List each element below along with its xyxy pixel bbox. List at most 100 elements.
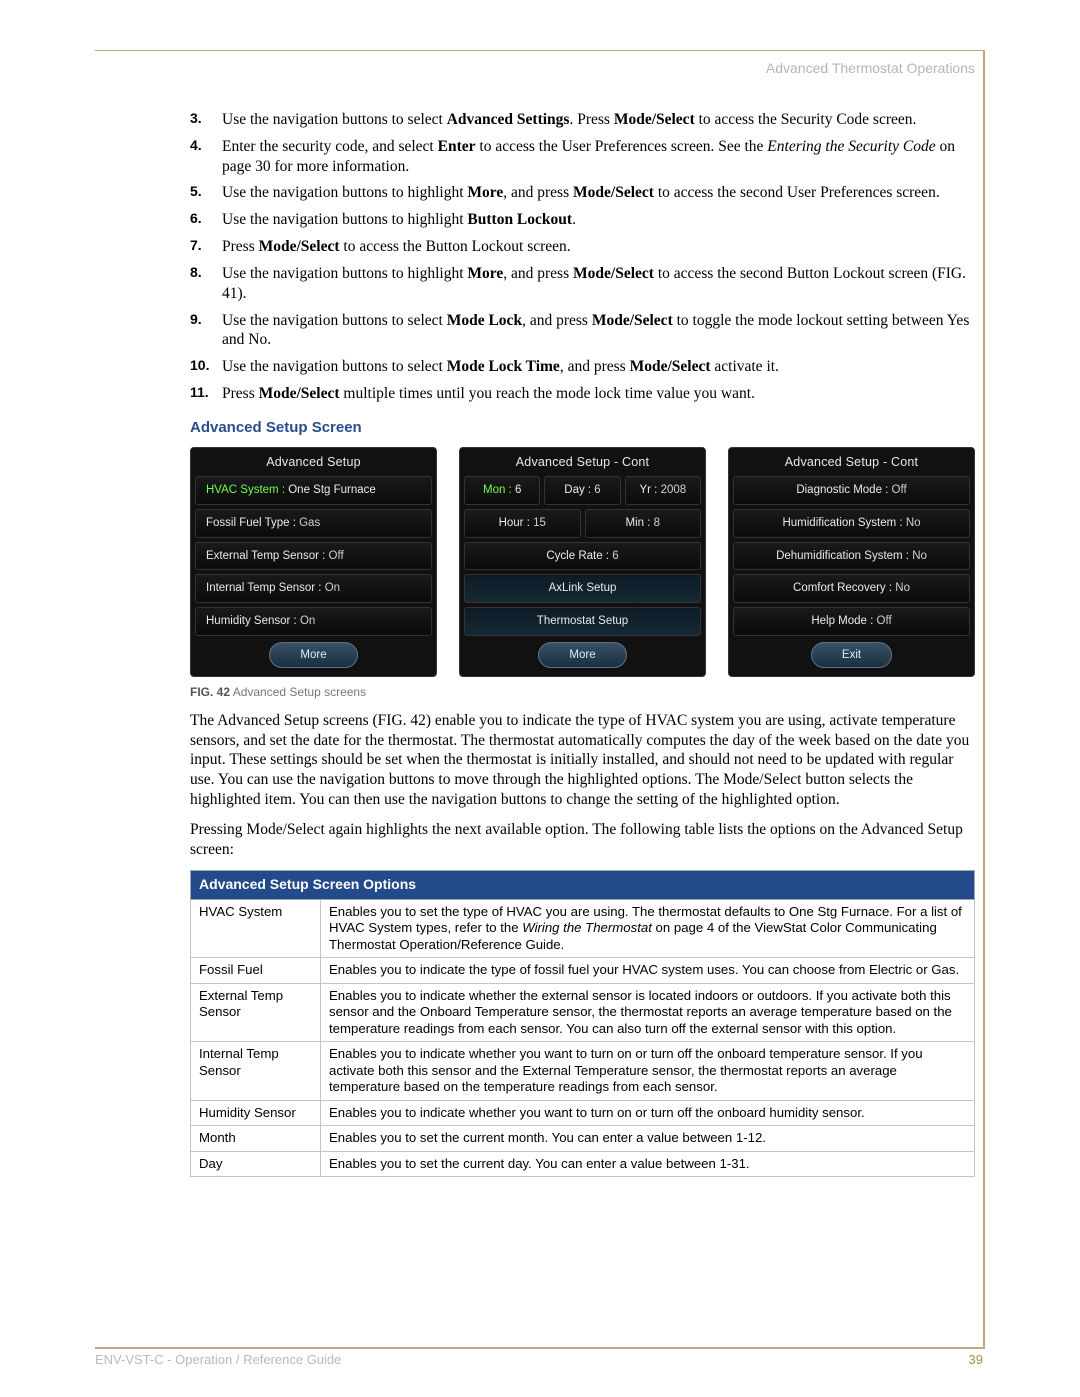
step-number: 11. [190, 384, 209, 402]
exit-button[interactable]: Exit [811, 642, 892, 669]
option-value: Gas [296, 517, 320, 529]
screen-submenu[interactable]: AxLink Setup [464, 574, 701, 603]
step-number: 10. [190, 357, 209, 375]
option-label: Comfort Recovery : [793, 582, 892, 594]
footer-page-number: 39 [969, 1352, 983, 1367]
step-item: 3.Use the navigation buttons to select A… [190, 110, 975, 130]
screen-option[interactable]: Humidity Sensor : On [195, 607, 432, 636]
screen-option-row: Hour : 15Min : 8 [464, 509, 701, 538]
step-item: 8.Use the navigation buttons to highligh… [190, 264, 975, 304]
options-table: Advanced Setup Screen Options HVAC Syste… [190, 870, 975, 1177]
option-label: Humidification System : [782, 517, 902, 529]
option-value: No [892, 582, 910, 594]
screen-submenu[interactable]: Thermostat Setup [464, 607, 701, 636]
step-item: 11.Press Mode/Select multiple times unti… [190, 384, 975, 404]
option-label: Help Mode : [811, 615, 873, 627]
figure-number: FIG. 42 [190, 685, 230, 699]
option-label: Fossil Fuel Type : [206, 517, 296, 529]
body-para-2: Pressing Mode/Select again highlights th… [190, 820, 975, 860]
step-item: 6.Use the navigation buttons to highligh… [190, 210, 975, 230]
step-number: 8. [190, 264, 202, 282]
option-name-cell: External Temp Sensor [191, 983, 321, 1042]
table-row: Internal Temp SensorEnables you to indic… [191, 1042, 975, 1101]
more-button[interactable]: More [538, 642, 626, 669]
page-footer: ENV-VST-C - Operation / Reference Guide … [95, 1352, 983, 1367]
option-value: One Stg Furnace [285, 484, 376, 496]
screen-option[interactable]: Hour : 15 [464, 509, 581, 538]
option-desc-cell: Enables you to set the current day. You … [321, 1151, 975, 1177]
option-name-cell: Day [191, 1151, 321, 1177]
option-value: Off [873, 615, 891, 627]
figure-caption: FIG. 42 Advanced Setup screens [190, 685, 975, 700]
table-row: HVAC SystemEnables you to set the type o… [191, 899, 975, 958]
option-name-cell: HVAC System [191, 899, 321, 958]
option-desc-cell: Enables you to indicate whether you want… [321, 1100, 975, 1126]
table-row: External Temp SensorEnables you to indic… [191, 983, 975, 1042]
option-desc-cell: Enables you to indicate whether you want… [321, 1042, 975, 1101]
section-heading: Advanced Setup Screen [190, 418, 975, 437]
option-value: On [297, 615, 316, 627]
option-label: Mon : [483, 484, 512, 496]
option-desc-cell: Enables you to set the type of HVAC you … [321, 899, 975, 958]
option-label: Cycle Rate : [546, 550, 609, 562]
option-value: 6 [512, 484, 522, 496]
numbered-steps: 3.Use the navigation buttons to select A… [190, 110, 975, 404]
option-value: No [903, 517, 921, 529]
screen-option[interactable]: Internal Temp Sensor : On [195, 574, 432, 603]
screen-option[interactable]: Help Mode : Off [733, 607, 970, 636]
step-number: 7. [190, 237, 202, 255]
screen-option[interactable]: Fossil Fuel Type : Gas [195, 509, 432, 538]
step-number: 9. [190, 311, 202, 329]
table-row: Fossil FuelEnables you to indicate the t… [191, 958, 975, 984]
thermostat-screen: Advanced Setup - ContMon : 6Day : 6Yr : … [459, 447, 706, 677]
screen-option[interactable]: Min : 8 [585, 509, 702, 538]
option-value: Off [325, 550, 343, 562]
screen-option[interactable]: Comfort Recovery : No [733, 574, 970, 603]
option-value: 6 [591, 484, 601, 496]
option-label: Yr : [639, 484, 657, 496]
option-value: No [909, 550, 927, 562]
option-label: Dehumidification System : [776, 550, 909, 562]
screen-option[interactable]: Yr : 2008 [625, 476, 701, 505]
option-name-cell: Humidity Sensor [191, 1100, 321, 1126]
screen-option-row: Mon : 6Day : 6Yr : 2008 [464, 476, 701, 505]
screen-option[interactable]: Day : 6 [544, 476, 620, 505]
screen-option[interactable]: Mon : 6 [464, 476, 540, 505]
step-item: 7.Press Mode/Select to access the Button… [190, 237, 975, 257]
footer-doc-title: ENV-VST-C - Operation / Reference Guide [95, 1352, 341, 1367]
table-row: MonthEnables you to set the current mont… [191, 1126, 975, 1152]
option-label: HVAC System : [206, 484, 285, 496]
step-number: 5. [190, 183, 202, 201]
body-para-1: The Advanced Setup screens (FIG. 42) ena… [190, 711, 975, 810]
option-value: On [322, 582, 341, 594]
step-item: 5.Use the navigation buttons to highligh… [190, 183, 975, 203]
options-table-header: Advanced Setup Screen Options [191, 870, 975, 899]
option-label: Diagnostic Mode : [796, 484, 888, 496]
option-name-cell: Month [191, 1126, 321, 1152]
step-number: 4. [190, 137, 202, 155]
screen-title: Advanced Setup - Cont [733, 451, 970, 472]
table-row: DayEnables you to set the current day. Y… [191, 1151, 975, 1177]
step-item: 10.Use the navigation buttons to select … [190, 357, 975, 377]
screen-option[interactable]: Diagnostic Mode : Off [733, 476, 970, 505]
screen-option[interactable]: External Temp Sensor : Off [195, 542, 432, 571]
step-item: 4.Enter the security code, and select En… [190, 137, 975, 177]
option-label: External Temp Sensor : [206, 550, 325, 562]
screen-title: Advanced Setup - Cont [464, 451, 701, 472]
option-name-cell: Fossil Fuel [191, 958, 321, 984]
screen-option[interactable]: Dehumidification System : No [733, 542, 970, 571]
thermostat-screen: Advanced Setup HVAC System : One Stg Furn… [190, 447, 437, 677]
screen-option[interactable]: Humidification System : No [733, 509, 970, 538]
option-label: Hour : [499, 517, 530, 529]
option-label: Day : [564, 484, 591, 496]
step-item: 9.Use the navigation buttons to select M… [190, 311, 975, 351]
thermostat-screen: Advanced Setup - Cont Diagnostic Mode : O… [728, 447, 975, 677]
more-button[interactable]: More [269, 642, 357, 669]
figure-caption-text: Advanced Setup screens [233, 685, 366, 699]
option-label: Humidity Sensor : [206, 615, 297, 627]
screen-option[interactable]: HVAC System : One Stg Furnace [195, 476, 432, 505]
step-number: 3. [190, 110, 202, 128]
screen-title: Advanced Setup [195, 451, 432, 472]
screen-option[interactable]: Cycle Rate : 6 [464, 542, 701, 571]
option-value: 15 [530, 517, 546, 529]
